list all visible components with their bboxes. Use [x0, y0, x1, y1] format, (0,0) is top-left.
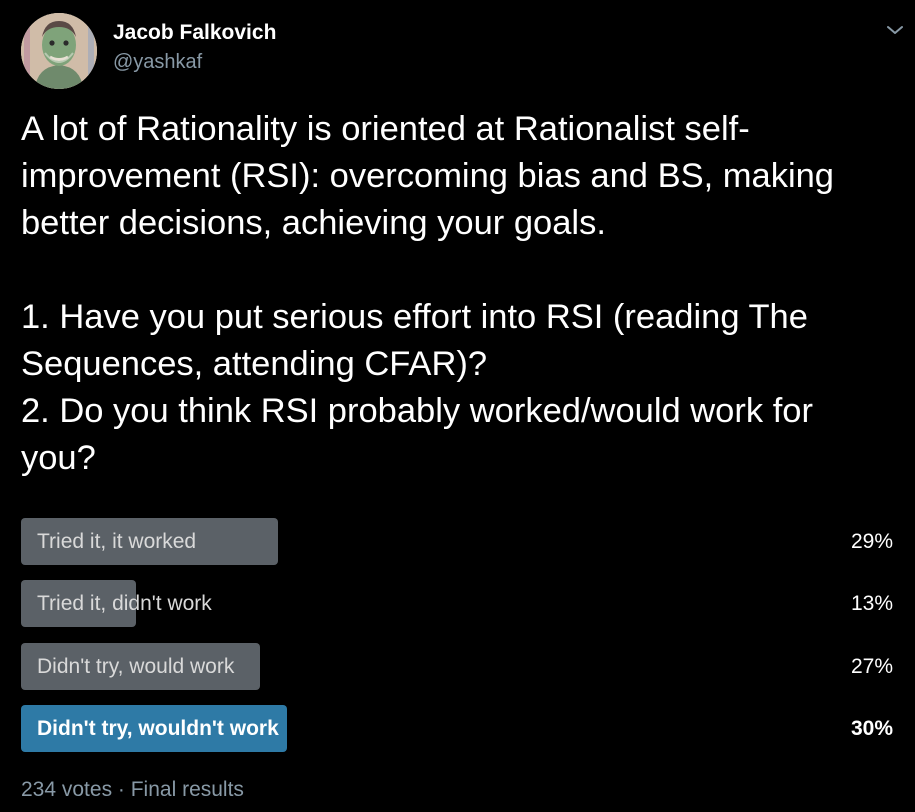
poll-option-percent: 27% [850, 654, 893, 678]
tweet-blank-line [21, 247, 901, 294]
tweet-text: A lot of Rationality is oriented at Rati… [21, 106, 901, 482]
poll-option[interactable]: Didn't try, would work 27% [21, 642, 893, 690]
poll-option-label: Tried it, didn't work [37, 592, 212, 616]
avatar[interactable] [21, 13, 97, 89]
poll-option-label: Didn't try, wouldn't work [37, 716, 279, 740]
poll-option[interactable]: Didn't try, wouldn't work 30% [21, 704, 893, 752]
poll-option[interactable]: Tried it, it worked 29% [21, 518, 893, 565]
chevron-down-icon [887, 26, 903, 34]
tweet-line: better decisions, achieving your goals. [21, 204, 606, 242]
avatar-portrait-icon [21, 13, 97, 89]
tweet-line: improvement (RSI): overcoming bias and B… [21, 157, 834, 195]
poll-option-percent: 29% [850, 530, 893, 553]
author-display-name[interactable]: Jacob Falkovich [113, 21, 276, 45]
tweet-menu-button[interactable] [883, 18, 907, 42]
tweet-line: you? [21, 439, 96, 477]
poll-option-percent: 13% [850, 592, 893, 616]
tweet-line: 2. Do you think RSI probably worked/woul… [21, 392, 813, 430]
poll: Tried it, it worked 29% Tried it, didn't… [21, 518, 893, 767]
poll-option[interactable]: Tried it, didn't work 13% [21, 580, 893, 628]
tweet-line: A lot of Rationality is oriented at Rati… [21, 110, 750, 148]
author-handle[interactable]: @yashkaf [113, 51, 202, 74]
tweet-line: 1. Have you put serious effort into RSI … [21, 298, 808, 336]
poll-option-percent: 30% [850, 716, 893, 740]
poll-option-label: Tried it, it worked [37, 530, 197, 553]
poll-footer: 234 votes · Final results [21, 778, 244, 801]
poll-option-label: Didn't try, would work [37, 654, 235, 678]
tweet-line: Sequences, attending CFAR)? [21, 345, 488, 383]
